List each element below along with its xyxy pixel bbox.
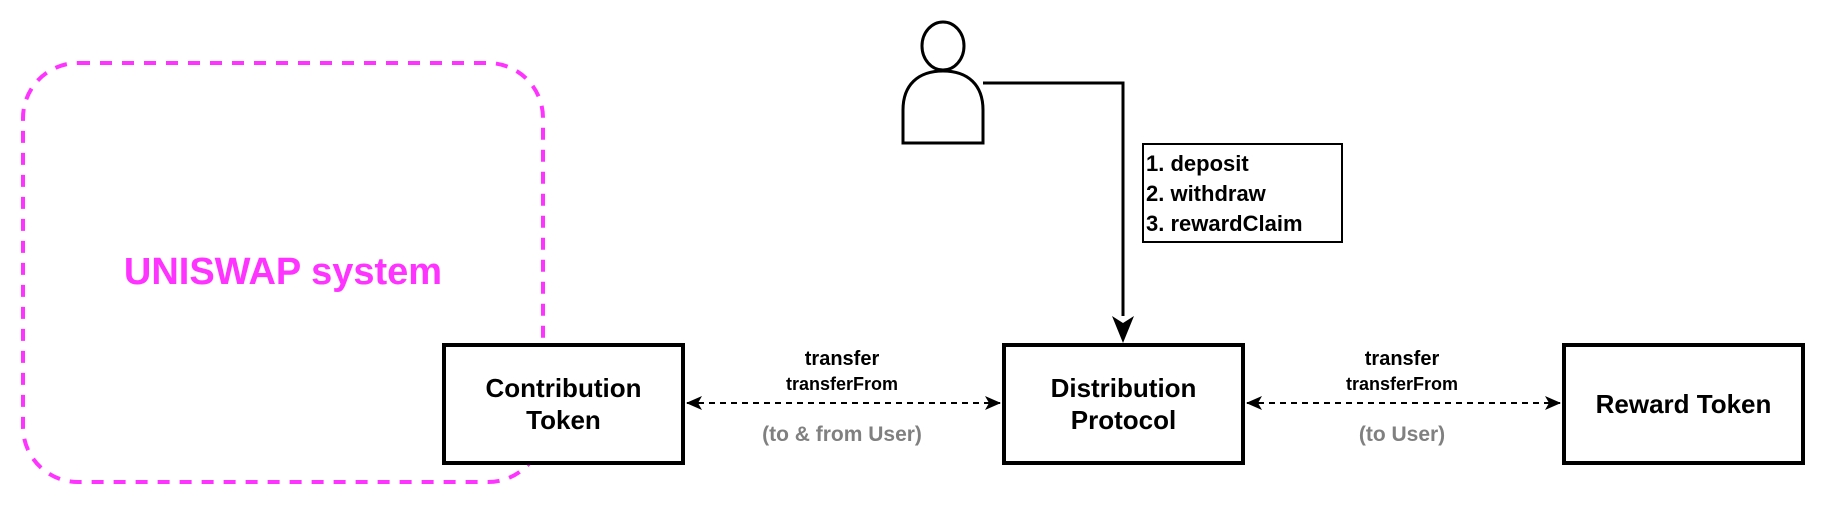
- action-item-deposit: 1. deposit: [1146, 151, 1249, 176]
- reward-token-node[interactable]: Reward Token: [1562, 343, 1805, 465]
- edge-left-sublabel: (to & from User): [762, 423, 922, 446]
- edge-left-transferfrom-label: transferFrom: [785, 374, 899, 394]
- contribution-token-label-line2: Token: [526, 405, 601, 435]
- actor-to-distribution-edge: [983, 81, 1125, 316]
- reward-token-label: Reward Token: [1595, 389, 1772, 419]
- edge-right-transferfrom-label: transferFrom: [1345, 374, 1459, 394]
- action-item-withdraw: 2. withdraw: [1146, 181, 1266, 206]
- action-item-reward-claim: 3. rewardClaim: [1146, 211, 1303, 236]
- user-icon: [901, 20, 985, 145]
- uniswap-system-label: UNISWAP system: [123, 251, 443, 293]
- user-head: [920, 20, 966, 72]
- edge-label-right: transfer transferFrom: [1252, 346, 1552, 396]
- edge-right-sublabel: (to User): [1358, 423, 1446, 446]
- user-body: [901, 69, 985, 145]
- distribution-protocol-label-line2: Protocol: [1070, 405, 1177, 435]
- edge-label-left: transfer transferFrom: [692, 346, 992, 396]
- distribution-protocol-label-line1: Distribution: [1050, 373, 1197, 403]
- actor-edge-arrowhead: [1112, 316, 1134, 343]
- edge-left-transfer-label: transfer: [804, 348, 880, 370]
- edge-right-transfer-label: transfer: [1364, 348, 1440, 370]
- distribution-protocol-node[interactable]: Distribution Protocol: [1002, 343, 1245, 465]
- contribution-token-node[interactable]: Contribution Token: [442, 343, 685, 465]
- user-actions-list: 1. deposit 2. withdraw 3. rewardClaim: [1142, 143, 1343, 243]
- contribution-token-label-line1: Contribution: [485, 373, 642, 403]
